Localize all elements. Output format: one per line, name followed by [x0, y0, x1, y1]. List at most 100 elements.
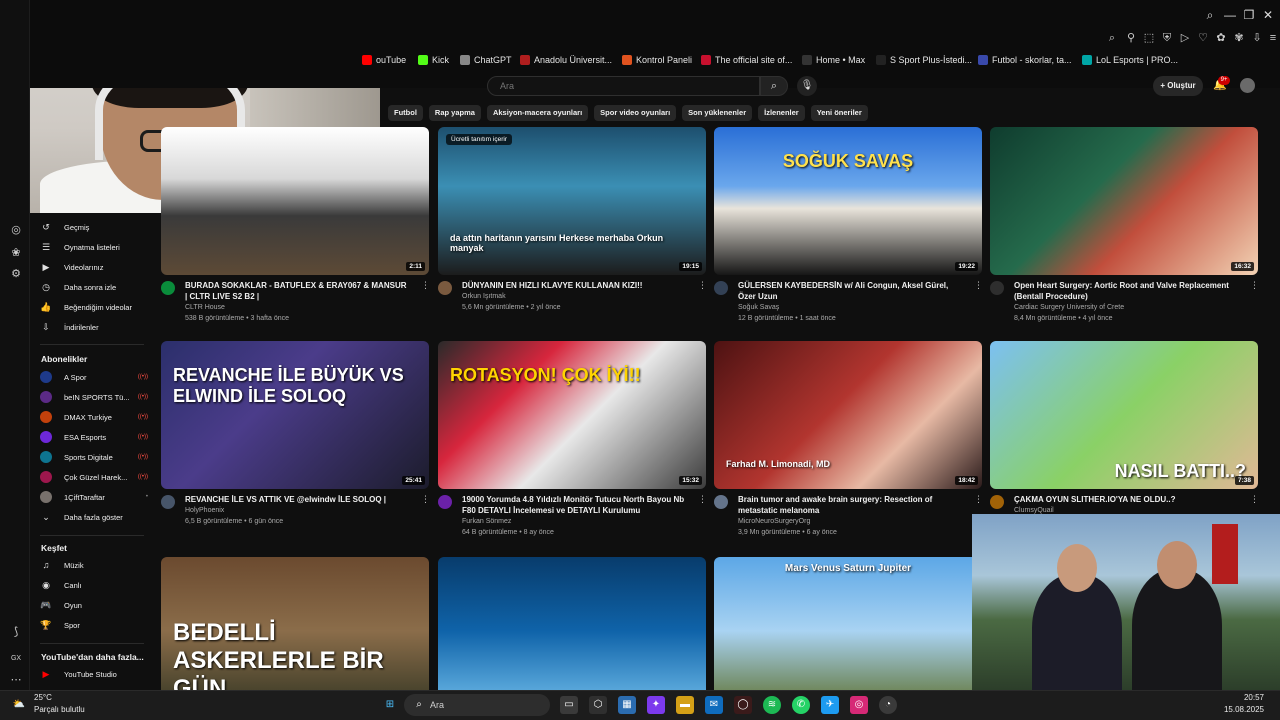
bookmark-item[interactable]: Futbol - skorlar, ta...: [978, 53, 1072, 67]
more-options-icon[interactable]: ⋮: [1250, 494, 1259, 505]
chip-0[interactable]: Futbol: [388, 105, 423, 121]
channel-name[interactable]: HolyPhoenix: [185, 507, 224, 514]
copilot-icon[interactable]: ✦: [647, 696, 665, 714]
more-options-icon[interactable]: ⋮: [1250, 280, 1259, 291]
sidebar-item[interactable]: ☰ Oynatma listeleri: [40, 239, 152, 255]
bookmark-item[interactable]: LoL Esports | PRO...: [1082, 53, 1178, 67]
video-thumbnail[interactable]: da attın haritanın yarısını Herkese merh…: [438, 127, 706, 275]
extension-2-icon[interactable]: ✾: [1232, 31, 1246, 45]
sidebar-sub-item[interactable]: A Spor ((•)): [40, 369, 152, 385]
channel-avatar[interactable]: [714, 281, 728, 295]
bookmark-item[interactable]: Kontrol Paneli: [622, 53, 692, 67]
channel-name[interactable]: MicroNeuroSurgeryOrg: [738, 518, 810, 525]
chip-5[interactable]: İzlenenler: [758, 105, 805, 121]
zoom-icon[interactable]: ⌕: [1105, 31, 1119, 45]
sidebar-item[interactable]: ⇩ İndirilenler: [40, 319, 152, 335]
sidebar-item[interactable]: ◷ Daha sonra izle: [40, 279, 152, 295]
paid-promotion-badge[interactable]: Ücretli tanıtım içerir: [446, 134, 512, 145]
snapshot-icon[interactable]: ⬚: [1142, 31, 1156, 45]
more-options-icon[interactable]: ⋮: [974, 494, 983, 505]
gx-logo[interactable]: GX: [8, 651, 24, 667]
chrome-icon[interactable]: ◔: [879, 696, 897, 714]
outlook-icon[interactable]: ✉: [705, 696, 723, 714]
shield-icon[interactable]: ⛨: [1160, 31, 1174, 45]
channel-avatar[interactable]: [714, 495, 728, 509]
widget-icon[interactable]: ⬡: [589, 696, 607, 714]
opera-gx-icon[interactable]: ◯: [734, 696, 752, 714]
sidebar-sub-item[interactable]: DMAX Turkiye ((•)): [40, 409, 152, 425]
video-title[interactable]: ÇAKMA OYUN SLITHER.IO'YA NE OLDU..?: [1014, 494, 1238, 505]
create-button[interactable]: + Oluştur: [1153, 76, 1203, 96]
more-options-icon[interactable]: ⋮: [974, 280, 983, 291]
search-tabs-icon[interactable]: ⌕: [1202, 7, 1218, 23]
video-thumbnail[interactable]: Mars Venus Saturn Jupiter: [714, 557, 982, 705]
video-thumbnail[interactable]: SOĞUK SAVAŞ 19:22: [714, 127, 982, 275]
video-title[interactable]: REVANCHE İLE VS ATTIK VE @elwindw İLE SO…: [185, 494, 409, 505]
channel-avatar[interactable]: [990, 495, 1004, 509]
minimize-icon[interactable]: —: [1222, 7, 1238, 23]
chip-2[interactable]: Aksiyon-macera oyunları: [486, 105, 589, 121]
chip-4[interactable]: Son yüklenenler: [682, 105, 753, 121]
video-title[interactable]: Brain tumor and awake brain surgery: Res…: [738, 494, 962, 516]
search-icon[interactable]: ⌕: [760, 76, 788, 96]
video-thumbnail[interactable]: NASIL BATTI..? 7:38: [990, 341, 1258, 489]
more-icon[interactable]: ⋯: [8, 672, 24, 688]
bookmark-item[interactable]: Home • Max: [802, 53, 865, 67]
video-title[interactable]: GÜLERSEN KAYBEDERSİN w/ Ali Congun, Akse…: [738, 280, 962, 302]
more-options-icon[interactable]: ⋮: [698, 494, 707, 505]
sidebar-item[interactable]: ⌄ Daha fazla göster: [40, 509, 152, 525]
sidebar-item[interactable]: 👍 Beğendiğim videolar: [40, 299, 152, 315]
video-title[interactable]: BURADA SOKAKLAR - BATUFLEX & ERAY067 & M…: [185, 280, 409, 302]
sidebar-sub-item[interactable]: Sports Digitale ((•)): [40, 449, 152, 465]
more-options-icon[interactable]: ⋮: [421, 494, 430, 505]
more-options-icon[interactable]: ⋮: [698, 280, 707, 291]
channel-avatar[interactable]: [161, 281, 175, 295]
video-title[interactable]: Open Heart Surgery: Aortic Root and Valv…: [1014, 280, 1238, 302]
channel-avatar[interactable]: [438, 281, 452, 295]
sidebar-sub-item[interactable]: Çok Güzel Harek... ((•)): [40, 469, 152, 485]
video-title[interactable]: DÜNYANIN EN HIZLI KLAVYE KULLANAN KIZI!!: [462, 280, 686, 291]
sidebar-sub-item[interactable]: 1ÇiftTaraftar •: [40, 489, 152, 505]
chip-3[interactable]: Spor video oyunları: [594, 105, 677, 121]
whatsapp-icon[interactable]: ✆: [792, 696, 810, 714]
avatar[interactable]: [1240, 78, 1255, 93]
extension-icon[interactable]: ✿: [1214, 31, 1228, 45]
gx-settings-icon[interactable]: ⚙: [8, 266, 24, 282]
more-options-icon[interactable]: ⋮: [421, 280, 430, 291]
sidebar-item[interactable]: ♫ Müzik: [40, 557, 152, 573]
taskbar-search-icon[interactable]: ⌕: [410, 696, 428, 714]
menu-icon[interactable]: ≡: [1266, 31, 1280, 45]
downloads-icon[interactable]: ⇩: [1250, 31, 1264, 45]
channel-avatar[interactable]: [990, 281, 1004, 295]
video-thumbnail[interactable]: BEDELLİ ASKERLERLE BİR GÜN: [161, 557, 429, 705]
folder-icon[interactable]: ▬: [676, 696, 694, 714]
instagram-icon[interactable]: ◎: [850, 696, 868, 714]
chip-6[interactable]: Yeni öneriler: [810, 105, 868, 121]
channel-name[interactable]: Furkan Sönmez: [462, 518, 511, 525]
video-thumbnail[interactable]: 2:11: [161, 127, 429, 275]
pin-icon[interactable]: ⚲: [1124, 31, 1138, 45]
close-icon[interactable]: ✕: [1260, 7, 1276, 23]
sidebar-item[interactable]: ◉ Canlı: [40, 577, 152, 593]
twitter-icon[interactable]: ✈: [821, 696, 839, 714]
mic-icon[interactable]: 🎙: [797, 76, 817, 96]
video-thumbnail[interactable]: ROTASYON! ÇOK İYİ!! 15:32: [438, 341, 706, 489]
weather-icon[interactable]: ⛅: [10, 696, 28, 714]
chip-1[interactable]: Rap yapma: [428, 105, 481, 121]
gx-control-icon[interactable]: ◎: [8, 222, 24, 238]
play-icon[interactable]: ▷: [1178, 31, 1192, 45]
gx-mods-icon[interactable]: ❀: [8, 245, 24, 261]
bookmark-item[interactable]: Kick: [418, 53, 449, 67]
video-thumbnail[interactable]: Farhad M. Limonadi, MD 18:42: [714, 341, 982, 489]
channel-name[interactable]: ClumsyQuail: [1014, 507, 1054, 514]
bookmark-item[interactable]: ouTube: [362, 53, 406, 67]
sidebar-item[interactable]: 🏆 Spor: [40, 617, 152, 633]
restore-icon[interactable]: ❐: [1241, 7, 1257, 23]
bookmark-item[interactable]: ChatGPT: [460, 53, 512, 67]
channel-name[interactable]: Soğuk Savaş: [738, 304, 779, 311]
spotify-icon[interactable]: ≋: [763, 696, 781, 714]
sidebar-item[interactable]: ↺ Geçmiş: [40, 219, 152, 235]
bookmark-item[interactable]: The official site of...: [701, 53, 792, 67]
video-thumbnail[interactable]: REVANCHE İLE BÜYÜK VS ELWIND İLE SOLOQ 25…: [161, 341, 429, 489]
sidebar-item[interactable]: ▶ YouTube Studio: [40, 666, 152, 682]
